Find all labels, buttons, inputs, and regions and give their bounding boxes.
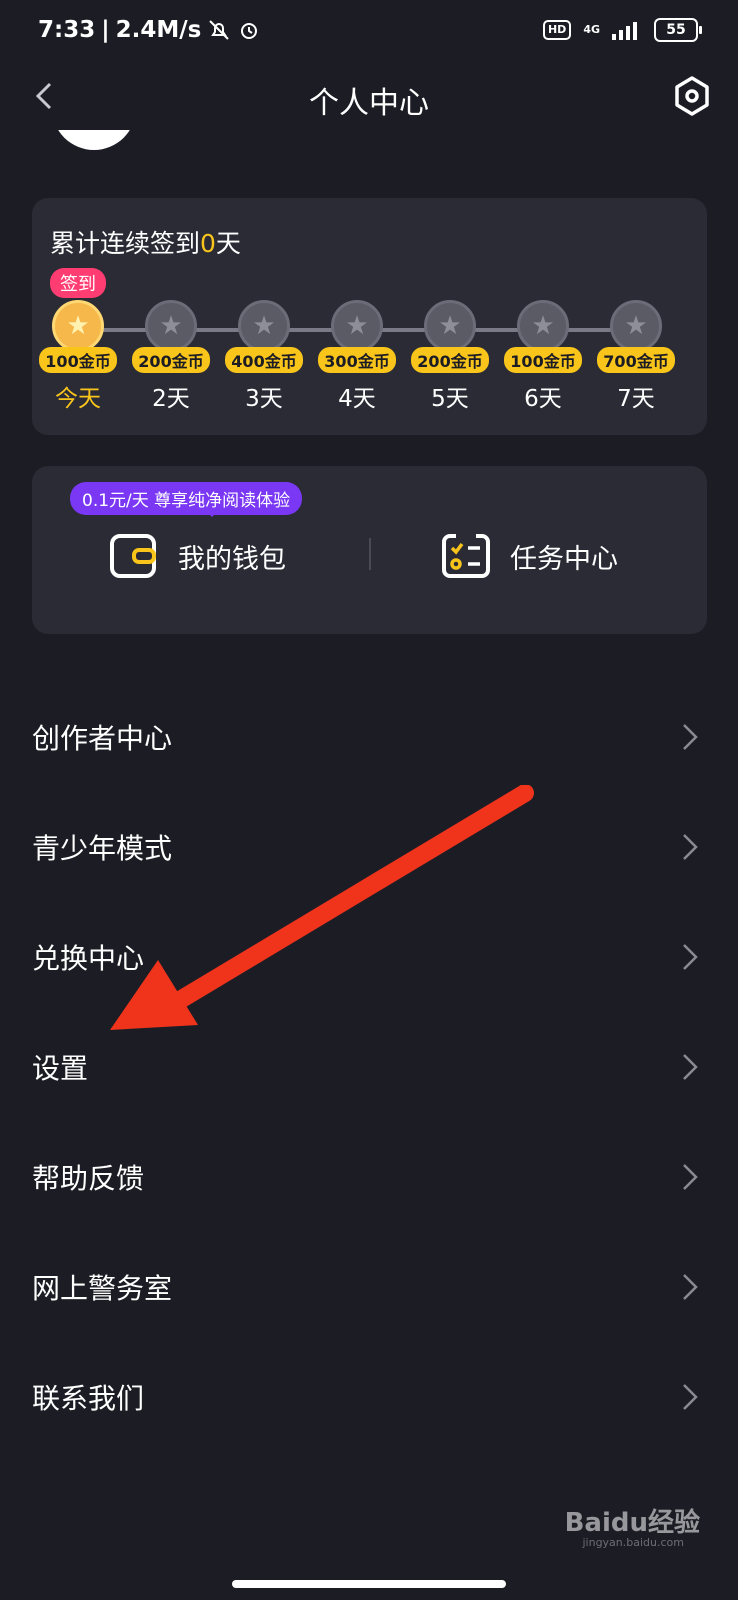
status-left: 7:33 | 2.4M/s: [38, 17, 261, 43]
star-coin-icon: ★: [331, 300, 383, 352]
reward-day[interactable]: ★ 200金币 2天: [123, 300, 219, 413]
star-coin-icon: ★: [517, 300, 569, 352]
reward-day[interactable]: ★ 700金币 7天: [588, 300, 684, 413]
signin-card: 累计连续签到0天 签到 ★ 100金币 今天 ★ 200金币 2天 ★ 400金…: [32, 198, 707, 435]
reward-amount: 200金币: [132, 347, 210, 373]
reward-day-label: 4天: [338, 386, 376, 412]
reward-day-label: 6天: [524, 386, 562, 412]
menu-item-contact-us[interactable]: 联系我们: [0, 1342, 738, 1452]
star-coin-icon: ★: [238, 300, 290, 352]
status-sep: |: [101, 17, 110, 43]
signin-streak: 累计连续签到0天: [50, 224, 241, 260]
network-type: 4G: [583, 23, 600, 36]
wallet-label: 我的钱包: [178, 543, 286, 575]
chevron-right-icon: [683, 1384, 698, 1410]
status-time: 7:33: [38, 17, 96, 43]
reward-day[interactable]: ★ 300金币 4天: [309, 300, 405, 413]
wallet-button[interactable]: 我的钱包: [108, 526, 286, 586]
signin-button[interactable]: 签到: [50, 268, 106, 298]
home-indicator[interactable]: [232, 1580, 506, 1588]
promo-badge[interactable]: 0.1元/天 尊享纯净阅读体验: [70, 482, 303, 517]
menu-item-police-office[interactable]: 网上警务室: [0, 1232, 738, 1342]
reward-amount: 100金币: [39, 347, 117, 373]
menu-item-label: 创作者中心: [32, 722, 173, 755]
reward-amount: 400金币: [225, 347, 303, 373]
battery-indicator: 55: [654, 18, 702, 42]
menu-item-label: 帮助反馈: [32, 1162, 145, 1195]
reward-day[interactable]: ★ 100金币 今天: [30, 300, 126, 413]
reward-day-label: 7天: [617, 386, 655, 412]
watermark-url: jingyan.baidu.com: [582, 1536, 684, 1549]
reward-amount: 300金币: [318, 347, 396, 373]
wallet-icon: [110, 534, 156, 578]
task-icon: [442, 534, 490, 578]
menu-item-label: 设置: [32, 1052, 89, 1085]
settings-icon[interactable]: [670, 74, 714, 118]
status-right: HD 4G 55: [542, 18, 702, 42]
reward-day-label: 2天: [152, 386, 190, 412]
signal-icon: [612, 22, 637, 40]
status-bar: 7:33 | 2.4M/s HD 4G 55: [0, 0, 738, 64]
star-coin-icon: ★: [424, 300, 476, 352]
annotation-arrow-icon: [110, 785, 534, 1030]
chevron-right-icon: [683, 1054, 698, 1080]
reward-day-label: 今天: [55, 386, 101, 412]
page-title: 个人中心: [309, 86, 429, 121]
menu-item-help-feedback[interactable]: 帮助反馈: [0, 1122, 738, 1232]
reward-day[interactable]: ★ 400金币 3天: [216, 300, 312, 413]
chevron-right-icon: [683, 724, 698, 750]
reward-amount: 700金币: [597, 347, 675, 373]
task-center-button[interactable]: 任务中心: [440, 526, 618, 586]
avatar[interactable]: [52, 130, 136, 150]
reward-day-label: 5天: [431, 386, 469, 412]
alarm-icon: [241, 23, 258, 39]
wallet-card: 0.1元/天 尊享纯净阅读体验 我的钱包 任务中心: [32, 466, 707, 634]
reward-day[interactable]: ★ 200金币 5天: [402, 300, 498, 413]
menu-item-label: 网上警务室: [32, 1272, 173, 1305]
star-coin-icon: ★: [610, 300, 662, 352]
signin-days: 0: [200, 229, 216, 258]
menu-item-creator-center[interactable]: 创作者中心: [0, 682, 738, 792]
chevron-right-icon: [683, 1274, 698, 1300]
signin-suffix: 天: [215, 229, 241, 258]
reward-day-label: 3天: [245, 386, 283, 412]
status-speed: 2.4M/s: [115, 17, 202, 43]
signin-prefix: 累计连续签到: [50, 229, 201, 258]
reward-day[interactable]: ★ 100金币 6天: [495, 300, 591, 413]
chevron-right-icon: [683, 834, 698, 860]
chevron-right-icon: [683, 1164, 698, 1190]
hd-badge: HD: [542, 20, 572, 40]
task-center-label: 任务中心: [510, 543, 618, 575]
reward-amount: 200金币: [411, 347, 489, 373]
star-coin-icon: ★: [52, 300, 104, 352]
menu-item-label: 联系我们: [32, 1382, 145, 1415]
watermark: Baidu经验: [564, 1508, 700, 1538]
reward-amount: 100金币: [504, 347, 582, 373]
divider: [369, 538, 371, 570]
top-bar: 个人中心: [0, 64, 738, 128]
star-coin-icon: ★: [145, 300, 197, 352]
mute-bell-icon: [209, 20, 230, 40]
chevron-right-icon: [683, 944, 698, 970]
